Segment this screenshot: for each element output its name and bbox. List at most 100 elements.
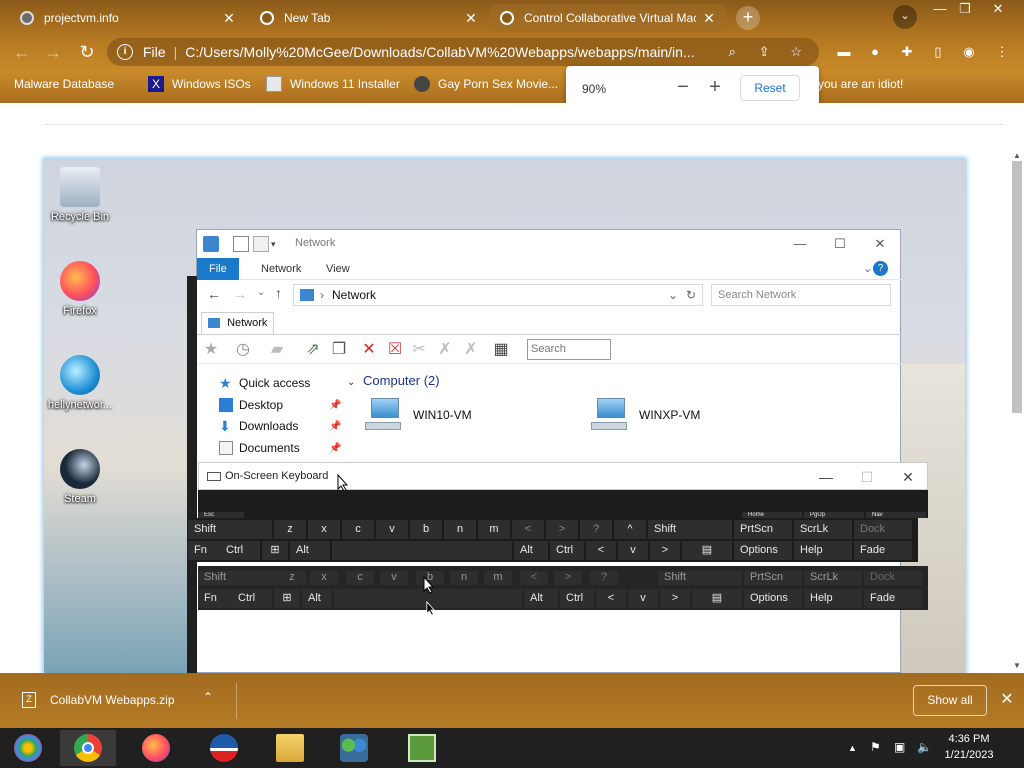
- pin-icon[interactable]: 📌: [329, 421, 341, 432]
- info-icon[interactable]: i: [117, 44, 133, 60]
- key-period[interactable]: >: [554, 571, 582, 585]
- desktop-icon-recycle-bin[interactable]: Recycle Bin: [44, 167, 116, 223]
- key-scrlk[interactable]: ScrLk: [804, 571, 862, 585]
- views-icon[interactable]: ▦: [491, 341, 511, 359]
- key-options[interactable]: Options: [744, 589, 802, 608]
- close-icon[interactable]: ✕: [983, 0, 1013, 18]
- close-icon[interactable]: ✕: [997, 689, 1017, 709]
- tab-new-tab[interactable]: New Tab ✕: [250, 4, 488, 32]
- nav-documents[interactable]: Documents 📌: [219, 441, 341, 455]
- key-comma[interactable]: <: [512, 520, 544, 539]
- key-z[interactable]: z: [274, 520, 306, 539]
- key-left-arrow[interactable]: <: [596, 589, 626, 608]
- close-icon[interactable]: ✕: [893, 467, 923, 487]
- key-windows-icon[interactable]: ⊞: [262, 541, 288, 560]
- maximize-icon[interactable]: ☐: [852, 467, 882, 487]
- desktop-icon-hellynetwork[interactable]: hellynetwor...: [44, 355, 116, 411]
- key-dock[interactable]: Dock: [864, 571, 922, 585]
- key-ctrl-right[interactable]: Ctrl: [560, 589, 594, 608]
- taskbar-firefox[interactable]: [128, 730, 184, 766]
- close-icon[interactable]: ✕: [865, 234, 895, 254]
- key-prtscn[interactable]: PrtScn: [734, 520, 792, 539]
- zoom-in-button[interactable]: +: [704, 75, 726, 99]
- tab-search-chevron-icon[interactable]: ⌄: [893, 5, 917, 29]
- flag-extension-icon[interactable]: ▬: [835, 43, 853, 61]
- key-shift-left[interactable]: Shift: [188, 520, 272, 539]
- map-drive-icon[interactable]: ✗: [435, 341, 455, 359]
- zoom-out-button[interactable]: −: [672, 75, 694, 99]
- bookmark-movie[interactable]: Gay Porn Sex Movie...: [414, 74, 558, 94]
- undo-icon[interactable]: ✗: [461, 341, 481, 359]
- key-shift-right[interactable]: Shift: [648, 520, 732, 539]
- up-icon[interactable]: ↑: [275, 285, 282, 301]
- key-c[interactable]: c: [342, 520, 374, 539]
- maximize-icon[interactable]: ☐: [825, 234, 855, 254]
- refresh-icon[interactable]: ↻: [686, 288, 696, 302]
- clock[interactable]: 4:36 PM 1/21/2023: [934, 731, 1004, 763]
- menu-kebab-icon[interactable]: ⋮: [993, 43, 1011, 61]
- bookmark-windows-isos[interactable]: X Windows ISOs: [148, 74, 251, 94]
- reload-icon[interactable]: ↻: [75, 40, 99, 64]
- history-icon[interactable]: ◷: [233, 341, 253, 359]
- share-icon[interactable]: ⇪: [753, 41, 775, 63]
- key-windows-icon[interactable]: ⊞: [274, 589, 300, 608]
- key-z[interactable]: z: [278, 571, 306, 585]
- page-scrollbar[interactable]: ▲ ▼: [1010, 151, 1024, 671]
- restore-icon[interactable]: ❐: [950, 0, 980, 18]
- key-shift-left[interactable]: Shift: [198, 571, 282, 585]
- key-ctrl-left[interactable]: Ctrl: [232, 589, 272, 608]
- taskbar-explorer[interactable]: [262, 730, 318, 766]
- bookmark-star-icon[interactable]: ☆: [785, 41, 807, 63]
- address-dropdown-icon[interactable]: ⌄: [668, 288, 678, 302]
- forward-icon[interactable]: →: [233, 286, 247, 302]
- bookmark-malware-database[interactable]: Malware Database: [14, 74, 114, 94]
- download-options-chevron-icon[interactable]: ⌃: [203, 690, 213, 704]
- volume-icon[interactable]: 🔈: [917, 740, 932, 754]
- download-item[interactable]: Z CollabVM Webapps.zip: [22, 687, 175, 713]
- bookmark-you-are-an-idiot[interactable]: you are an idiot!: [818, 74, 903, 94]
- url-text[interactable]: C:/Users/Molly%20McGee/Downloads/CollabV…: [185, 44, 715, 60]
- tab-file[interactable]: File: [197, 258, 239, 280]
- zoom-icon[interactable]: ⌕: [721, 41, 743, 63]
- key-help[interactable]: Help: [804, 589, 862, 608]
- recent-chevron-icon[interactable]: ⌄: [257, 287, 265, 298]
- key-prtscn[interactable]: PrtScn: [744, 571, 802, 585]
- profile-extension-icon[interactable]: ●: [866, 43, 884, 61]
- disconnect-icon[interactable]: ✂: [409, 341, 429, 359]
- scroll-up-icon[interactable]: ▲: [1012, 151, 1022, 160]
- key-x[interactable]: x: [308, 520, 340, 539]
- key-right-arrow[interactable]: >: [660, 589, 690, 608]
- minimize-icon[interactable]: —: [785, 234, 815, 254]
- tab-close-icon[interactable]: ✕: [702, 10, 716, 27]
- tab-collabvm[interactable]: Control Collaborative Virtual Mac ✕: [490, 4, 726, 32]
- nav-downloads[interactable]: ⬇ Downloads 📌: [219, 419, 341, 433]
- computer-item-winxp[interactable]: WINXP-VM: [591, 396, 700, 434]
- key-fade[interactable]: Fade: [864, 589, 922, 608]
- profile-avatar-icon[interactable]: ◉: [960, 43, 978, 61]
- key-shift-right[interactable]: Shift: [658, 571, 742, 585]
- legacy-search-input[interactable]: Search: [527, 339, 611, 360]
- key-menu-icon[interactable]: ▤: [682, 541, 732, 560]
- delete-icon[interactable]: ✕: [359, 341, 379, 359]
- key-ctrl-left[interactable]: Ctrl: [220, 541, 260, 560]
- explorer-titlebar[interactable]: ▾ Network — ☐ ✕: [197, 230, 902, 258]
- explorer-search-input[interactable]: Search Network: [711, 284, 891, 306]
- key-space[interactable]: [332, 541, 512, 560]
- key-slash[interactable]: ?: [590, 571, 618, 585]
- new-folder-icon[interactable]: [253, 236, 269, 252]
- side-panel-icon[interactable]: ▯: [929, 43, 947, 61]
- legacy-tab-network[interactable]: Network: [201, 312, 275, 334]
- key-help[interactable]: Help: [794, 541, 852, 560]
- computer-item-win10[interactable]: WIN10-VM: [365, 396, 472, 434]
- tab-close-icon[interactable]: ✕: [464, 10, 478, 27]
- key-fade[interactable]: Fade: [854, 541, 912, 560]
- tab-projectvm[interactable]: projectvm.info ✕: [10, 4, 246, 32]
- tab-view[interactable]: View: [314, 258, 362, 280]
- tray-expand-icon[interactable]: ▲: [848, 743, 857, 753]
- key-comma[interactable]: <: [520, 571, 548, 585]
- key-alt-right[interactable]: Alt: [524, 589, 558, 608]
- forward-icon[interactable]: →: [41, 40, 65, 64]
- favorites-star-icon[interactable]: ★: [201, 341, 221, 359]
- minimize-icon[interactable]: —: [811, 467, 841, 487]
- key-b[interactable]: b: [410, 520, 442, 539]
